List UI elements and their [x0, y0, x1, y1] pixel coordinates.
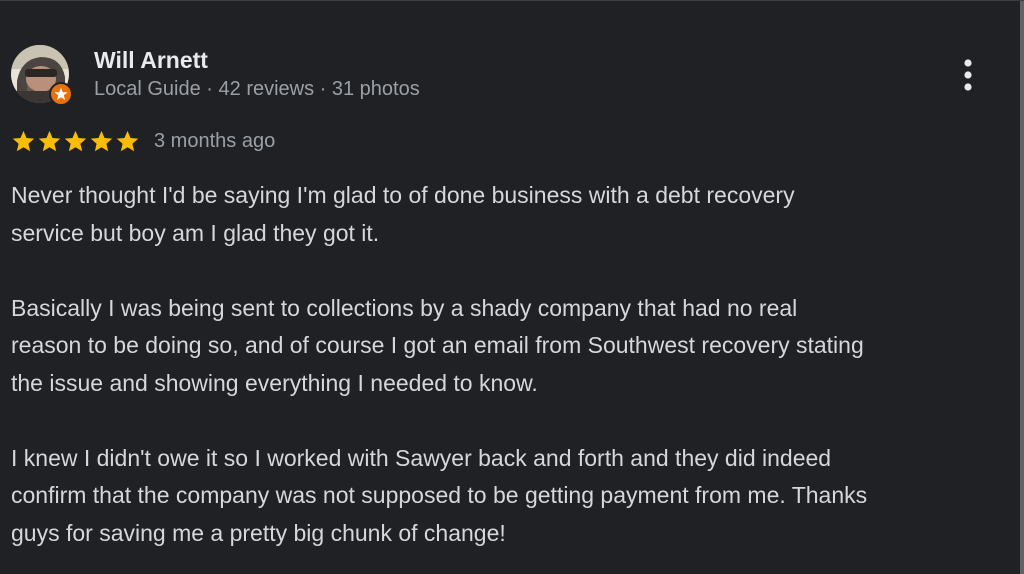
star-icon [90, 130, 113, 151]
rating-row: 3 months ago [11, 127, 275, 155]
review-card: Will Arnett Local Guide · 42 reviews · 3… [0, 0, 1024, 574]
review-paragraph: Basically I was being sent to collection… [11, 294, 864, 396]
review-paragraph: Never thought I'd be saying I'm glad to … [11, 182, 795, 246]
star-icon [12, 130, 35, 151]
star-icon [64, 130, 87, 151]
more-vert-icon [964, 59, 972, 91]
star-icon [116, 130, 139, 151]
reviewer-meta: Local Guide · 42 reviews · 31 photos [94, 78, 420, 100]
scrollbar-edge [1020, 1, 1024, 574]
star-icon [38, 130, 61, 151]
review-date: 3 months ago [154, 130, 276, 152]
review-paragraph: I knew I didn't owe it so I worked with … [11, 444, 868, 546]
reviewer-name[interactable]: Will Arnett [94, 46, 208, 74]
more-options-button[interactable] [950, 55, 986, 95]
review-text: Never thought I'd be saying I'm glad to … [11, 177, 1011, 552]
local-guide-badge-icon [49, 82, 73, 106]
star-rating [11, 129, 140, 154]
